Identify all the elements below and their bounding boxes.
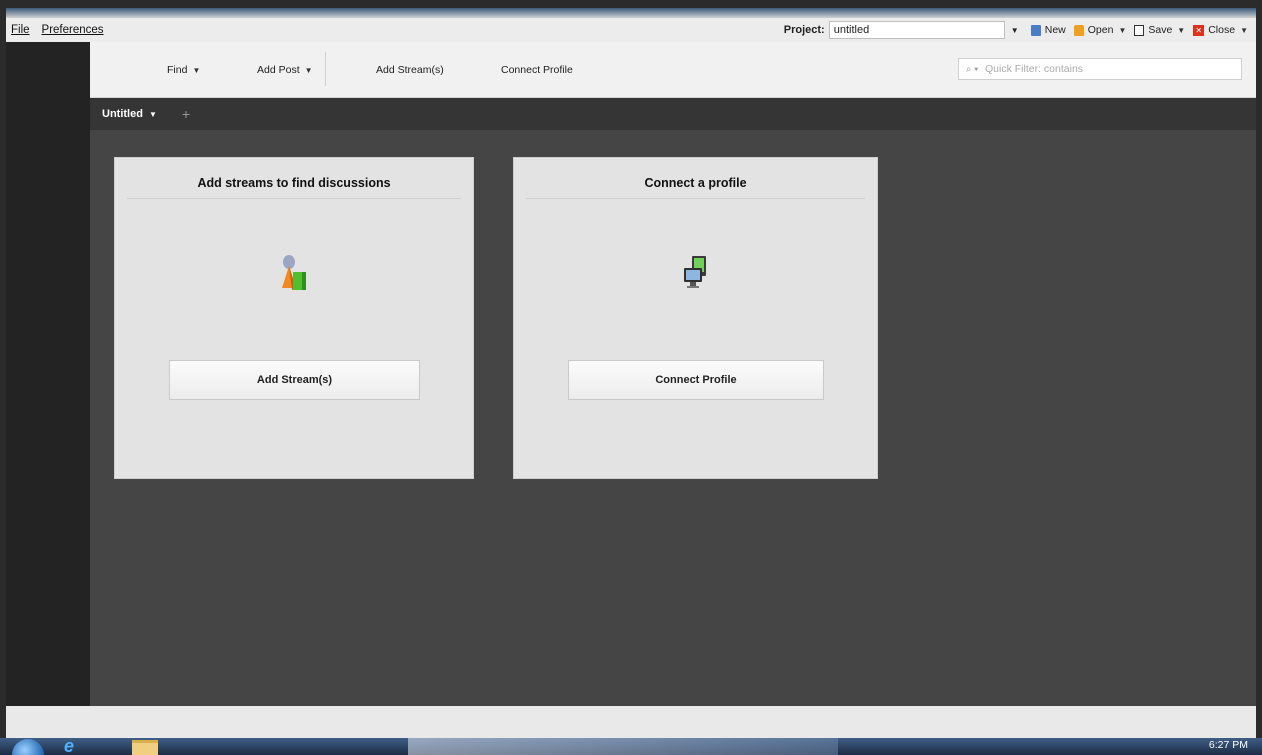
new-button-label: New	[1044, 24, 1066, 36]
chevron-down-icon: ▼	[1010, 25, 1019, 35]
start-button[interactable]	[12, 739, 44, 755]
menu-file-label: File	[11, 24, 30, 36]
add-streams-card-button[interactable]: Add Stream(s)	[169, 360, 420, 400]
status-bar	[6, 706, 1256, 738]
connect-computer-icon	[683, 256, 706, 288]
chevron-down-icon: ▼	[192, 65, 201, 75]
taskbar-window-button[interactable]	[408, 738, 838, 755]
project-name-field[interactable]: untitled	[828, 21, 1005, 39]
card-title: Connect a profile	[644, 176, 747, 190]
project-dropdown-button[interactable]: ▼	[1007, 21, 1023, 39]
app-window: File Preferences Project: untitled ▼ New…	[6, 8, 1256, 738]
chevron-down-icon: ▼	[1240, 25, 1248, 35]
menu-preferences[interactable]: Preferences	[36, 24, 110, 36]
new-button[interactable]: New	[1030, 24, 1066, 36]
new-document-icon	[1030, 24, 1041, 36]
windows-taskbar: e 6:27 PM	[0, 737, 1262, 755]
close-button-label: Close	[1208, 24, 1236, 36]
open-folder-icon	[1073, 24, 1084, 36]
card-divider	[526, 198, 865, 199]
open-button[interactable]: Open ▼	[1073, 24, 1127, 36]
open-button-label: Open	[1087, 24, 1114, 36]
find-button[interactable]: Find ▼	[167, 42, 200, 98]
plus-icon[interactable]: +	[176, 98, 196, 130]
add-post-label: Add Post	[257, 64, 300, 76]
clock[interactable]: 6:27 PM	[1209, 739, 1248, 751]
connect-profile-card-button[interactable]: Connect Profile	[568, 360, 824, 400]
chevron-down-icon: ▼	[304, 65, 313, 75]
tab-bar: Untitled ▼ +	[90, 98, 1256, 130]
streams-chart-icon	[282, 255, 306, 290]
toolbar-divider	[325, 52, 326, 86]
window-edge	[6, 8, 1256, 18]
workspace: Add streams to find discussions Add Stre…	[90, 130, 1256, 706]
quick-filter-input[interactable]: ⌕ ▾ Quick Filter: contains	[958, 58, 1242, 80]
save-disk-icon	[1134, 24, 1145, 36]
project-controls: Project: untitled ▼ New Open ▼ Save ▼ ✕ …	[784, 18, 1256, 42]
close-icon: ✕	[1193, 24, 1205, 36]
close-button[interactable]: ✕ Close ▼	[1193, 24, 1248, 36]
add-streams-label: Add Stream(s)	[376, 64, 444, 76]
tab-untitled[interactable]: Untitled ▼	[90, 98, 169, 130]
quick-filter-placeholder: Quick Filter: contains	[985, 63, 1084, 75]
menu-bar: File Preferences Project: untitled ▼ New…	[6, 18, 1256, 42]
card-divider	[127, 198, 461, 199]
add-streams-card: Add streams to find discussions Add Stre…	[114, 157, 474, 479]
add-post-button[interactable]: Add Post ▼	[257, 42, 313, 98]
add-streams-button[interactable]: Add Stream(s)	[376, 42, 444, 98]
folder-icon[interactable]	[132, 740, 158, 755]
toolbar: Find ▼ Add Post ▼ Add Stream(s) Connect …	[90, 42, 1256, 98]
chevron-down-icon: ▼	[1177, 25, 1186, 35]
left-sidebar	[6, 42, 90, 706]
save-button[interactable]: Save ▼	[1134, 24, 1185, 36]
save-button-label: Save	[1148, 24, 1173, 36]
connect-profile-card: Connect a profile Connect Profile	[513, 157, 878, 479]
find-label: Find	[167, 64, 188, 76]
project-label: Project:	[783, 24, 825, 36]
search-icon[interactable]: ⌕ ▾	[959, 59, 985, 79]
connect-profile-button[interactable]: Connect Profile	[501, 42, 573, 98]
menu-file[interactable]: File	[6, 24, 36, 36]
card-title: Add streams to find discussions	[197, 176, 391, 190]
chevron-down-icon: ▼	[148, 109, 157, 119]
menu-preferences-label: Preferences	[41, 24, 104, 36]
chevron-down-icon: ▼	[1118, 25, 1127, 35]
internet-explorer-icon[interactable]: e	[64, 737, 92, 755]
connect-profile-label: Connect Profile	[501, 64, 573, 76]
tab-label: Untitled	[102, 108, 143, 120]
